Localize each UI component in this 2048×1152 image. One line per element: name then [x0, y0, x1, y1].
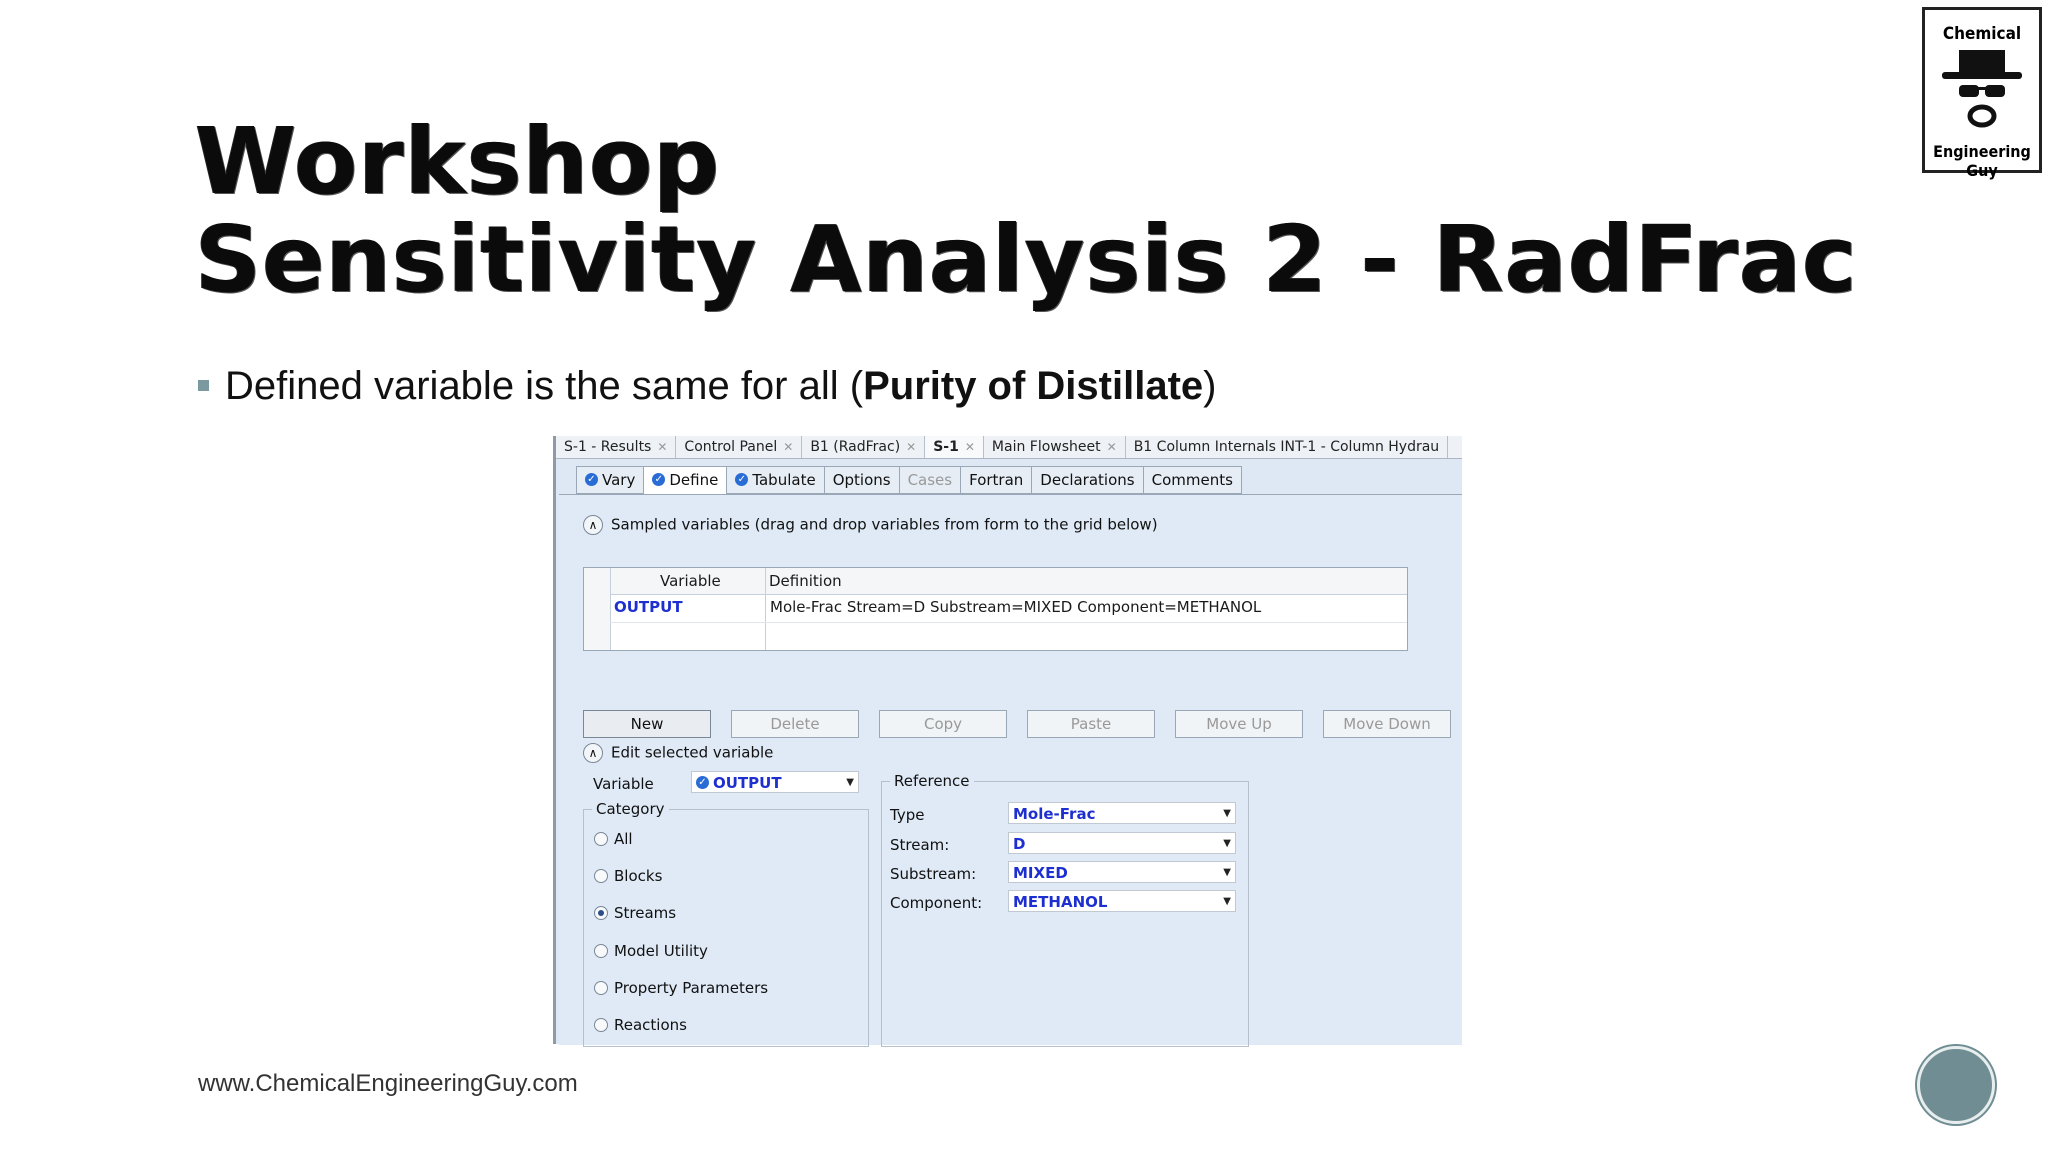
collapse-icon[interactable]: ∧ — [583, 515, 603, 535]
tab-tabulate[interactable]: ✓ Tabulate — [726, 466, 825, 494]
close-icon[interactable]: ✕ — [906, 440, 916, 454]
radio-selected-icon[interactable] — [594, 905, 608, 920]
tab-declarations[interactable]: Declarations — [1031, 466, 1144, 494]
close-icon[interactable]: ✕ — [783, 440, 793, 454]
paste-button[interactable]: Paste — [1027, 710, 1155, 738]
channel-logo: Chemical Engineering Guy — [1922, 7, 2042, 180]
substream-label: Substream: — [890, 865, 977, 883]
radio-icon[interactable] — [594, 831, 608, 846]
tab-options[interactable]: Options — [823, 466, 900, 494]
document-tabs: S-1 - Results ✕ Control Panel ✕ B1 (RadFrac)… — [556, 436, 1462, 459]
radio-blocks[interactable]: Blocks — [594, 867, 662, 885]
bullet-suffix: ) — [1203, 364, 1217, 408]
grid-header: Variable Definition — [584, 568, 1407, 650]
dropdown-arrow-icon: ▼ — [1223, 896, 1231, 907]
bullet-square-icon — [198, 379, 209, 391]
bullet-text: Defined variable is the same for all ( — [225, 364, 864, 408]
stream-select[interactable]: D ▼ — [1008, 832, 1236, 854]
component-select[interactable]: METHANOL ▼ — [1008, 890, 1236, 912]
variable-select[interactable]: ✓ OUTPUT ▼ — [691, 771, 859, 793]
grid-empty-row[interactable] — [610, 622, 1407, 623]
category-group: Category All Blocks Streams Model Utilit… — [583, 800, 869, 1047]
footer-url: www.ChemicalEngineeringGuy.com — [198, 1070, 578, 1097]
doc-tab-s1[interactable]: S-1 ✕ — [925, 436, 984, 458]
check-icon: ✓ — [735, 473, 749, 486]
type-label: Type — [890, 806, 925, 824]
move-down-button[interactable]: Move Down — [1323, 710, 1451, 738]
tab-cases[interactable]: Cases — [898, 466, 962, 494]
row-selector-column — [584, 568, 611, 650]
close-icon[interactable]: ✕ — [965, 440, 975, 454]
variable-label: Variable — [593, 775, 654, 793]
radio-icon[interactable] — [594, 868, 608, 883]
hat-glasses-icon — [1942, 50, 2022, 128]
column-header-variable: Variable — [660, 572, 721, 590]
grid-cell-variable[interactable]: OUTPUT — [614, 598, 683, 616]
close-icon[interactable]: ✕ — [657, 440, 667, 454]
radio-reactions[interactable]: Reactions — [594, 1016, 687, 1034]
bullet-bold-text: Purity of Distillate — [863, 364, 1204, 408]
tab-fortran[interactable]: Fortran — [960, 466, 1033, 494]
substream-select[interactable]: MIXED ▼ — [1008, 861, 1236, 883]
dropdown-arrow-icon: ▼ — [1223, 867, 1231, 878]
collapse-icon[interactable]: ∧ — [583, 743, 603, 763]
doc-tab-control-panel[interactable]: Control Panel ✕ — [676, 436, 803, 458]
sampled-variables-header: ∧ Sampled variables (drag and drop variab… — [583, 515, 1158, 535]
component-label: Component: — [890, 894, 983, 912]
radio-icon[interactable] — [594, 980, 608, 995]
move-up-button[interactable]: Move Up — [1175, 710, 1303, 738]
copy-button[interactable]: Copy — [879, 710, 1007, 738]
radio-icon[interactable] — [594, 1017, 608, 1032]
bullet-point: Defined variable is the same for all (Pu… — [198, 356, 1216, 416]
check-icon: ✓ — [585, 473, 598, 486]
radio-icon[interactable] — [594, 943, 608, 958]
new-button[interactable]: New — [583, 710, 711, 738]
dropdown-arrow-icon: ▼ — [1223, 838, 1231, 849]
slide-title-line1: Workshop — [195, 108, 721, 215]
tab-define[interactable]: ✓ Define — [643, 466, 728, 496]
stream-label: Stream: — [890, 836, 950, 854]
doc-tab-main-flowsheet[interactable]: Main Flowsheet ✕ — [984, 436, 1126, 458]
delete-button[interactable]: Delete — [731, 710, 859, 738]
tab-comments[interactable]: Comments — [1142, 466, 1242, 494]
tab-vary[interactable]: ✓ Vary — [576, 466, 645, 494]
type-select[interactable]: Mole-Frac ▼ — [1008, 802, 1236, 824]
radio-streams[interactable]: Streams — [594, 904, 676, 922]
slide-title-line2: Sensitivity Analysis 2 - RadFrac — [195, 206, 1858, 313]
radio-model-utility[interactable]: Model Utility — [594, 942, 708, 960]
edit-selected-header: ∧ Edit selected variable — [583, 743, 773, 763]
radio-property-parameters[interactable]: Property Parameters — [594, 979, 768, 997]
radio-all[interactable]: All — [594, 830, 633, 848]
reference-group: Reference Type Mole-Frac ▼ Stream: D ▼ Sub… — [881, 772, 1249, 1047]
doc-tab-column-internals[interactable]: B1 Column Internals INT-1 - Column Hydra… — [1126, 436, 1449, 458]
dropdown-arrow-icon: ▼ — [846, 777, 854, 788]
doc-tab-s1-results[interactable]: S-1 - Results ✕ — [556, 436, 677, 458]
check-icon: ✓ — [652, 473, 666, 486]
aspen-sensitivity-window: S-1 - Results ✕ Control Panel ✕ B1 (RadFrac)… — [553, 436, 1462, 1047]
logo-text-top: Chemical — [1942, 24, 2022, 44]
define-panel: ∧ Sampled variables (drag and drop variab… — [559, 494, 1462, 1047]
form-tabs: ✓ Vary ✓ Define ✓ Tabulate Options Cases Fortran… — [576, 466, 1242, 496]
doc-tab-b1-radfrac[interactable]: B1 (RadFrac) ✕ — [802, 436, 926, 458]
logo-text-bottom: Engineering Guy — [1933, 142, 2031, 180]
dropdown-arrow-icon: ▼ — [1223, 808, 1231, 819]
reference-label: Reference — [890, 772, 974, 790]
check-icon: ✓ — [696, 776, 709, 789]
close-icon[interactable]: ✕ — [1107, 440, 1117, 454]
sampled-variables-grid: Variable Definition OUTPUT Mole-Frac Str… — [583, 567, 1408, 651]
navigation-circle-button[interactable] — [1917, 1046, 1995, 1124]
grid-cell-definition[interactable]: Mole-Frac Stream=D Substream=MIXED Compo… — [770, 598, 1261, 616]
category-label: Category — [592, 800, 669, 818]
